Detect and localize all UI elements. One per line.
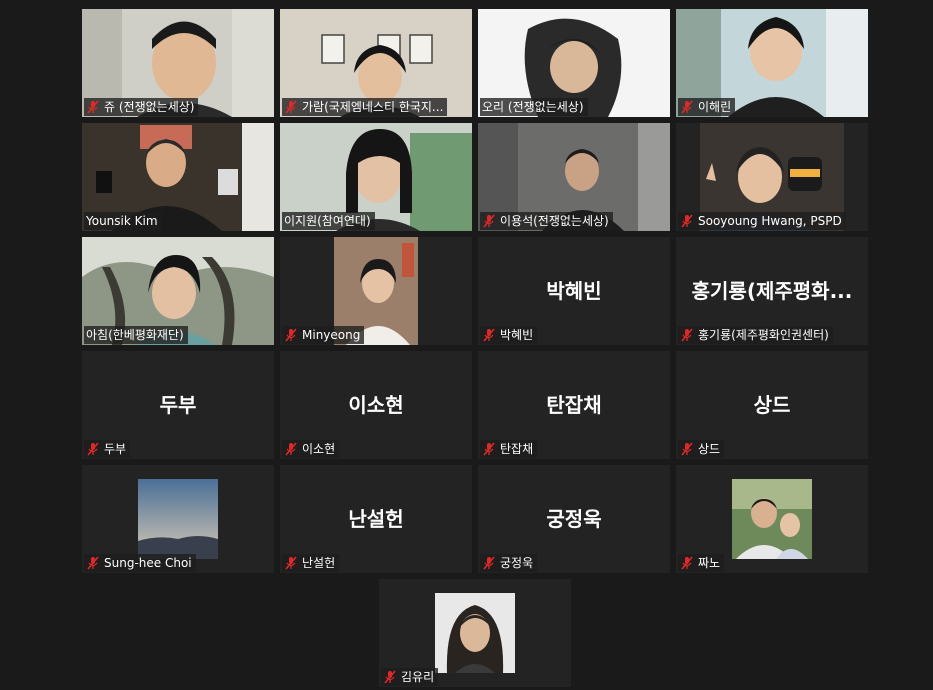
participant-nametag: 이소현 [282,440,340,458]
participant-display-name: 이소현 [348,393,404,417]
participant-display-name: 탄잡채 [546,393,602,417]
participant-tile[interactable]: 쥬 (전쟁없는세상) [82,9,274,117]
participant-tile[interactable]: 이소현 이소현 [280,351,472,459]
participant-nametag: 난설헌 [282,554,340,572]
participant-name: 박혜빈 [500,328,534,342]
participant-display-name: 궁정욱 [546,507,602,531]
participant-tile[interactable]: 오리 (전쟁없는세상) [478,9,670,117]
profile-photo [138,479,218,559]
participant-nametag: 이용석(전쟁없는세상) [480,212,613,230]
participant-nametag: 이지원(참여연대) [282,212,375,230]
participant-nametag: 두부 [84,440,131,458]
participant-name: 이해린 [698,100,732,114]
participant-nametag: Sooyoung Hwang, PSPD [678,212,846,230]
profile-photo [435,593,515,673]
participant-name: 홍기룡(제주평화인권센터) [698,328,829,342]
participant-display-name: 홍기룡(제주평화... [691,279,853,303]
participant-nametag: 쥬 (전쟁없는세상) [84,98,199,116]
participant-name: Younsik Kim [86,214,158,228]
participant-display-name: 박혜빈 [546,279,602,303]
microphone-muted-icon [285,100,297,114]
participant-tile-active-speaker[interactable]: 이지원(참여연대) [280,123,472,231]
microphone-muted-icon [483,214,495,228]
participant-name: 가람(국제엠네스티 한국지... [302,100,444,114]
microphone-muted-icon [681,100,693,114]
participant-name: 이소현 [302,442,336,456]
microphone-muted-icon [483,328,495,342]
microphone-muted-icon [285,556,297,570]
participant-tile[interactable]: 난설헌 난설헌 [280,465,472,573]
microphone-muted-icon [681,442,693,456]
participant-tile[interactable]: 박혜빈 박혜빈 [478,237,670,345]
microphone-muted-icon [681,556,693,570]
participant-name: 이지원(참여연대) [284,214,371,228]
participant-nametag: 오리 (전쟁없는세상) [480,98,588,116]
microphone-muted-icon [87,100,99,114]
participant-name: 쥬 (전쟁없는세상) [104,100,195,114]
participant-name: 두부 [104,442,127,456]
participant-tile[interactable]: Sooyoung Hwang, PSPD [676,123,868,231]
participant-tile[interactable]: 이용석(전쟁없는세상) [478,123,670,231]
microphone-muted-icon [483,556,495,570]
participant-name: 짜노 [698,556,721,570]
participant-tile[interactable]: 짜노 [676,465,868,573]
participant-nametag: 이해린 [678,98,736,116]
participant-nametag: Younsik Kim [84,212,162,230]
participant-nametag: Sung-hee Choi [84,554,196,572]
participant-nametag: 상드 [678,440,725,458]
participant-tile[interactable]: Sung-hee Choi [82,465,274,573]
participant-tile[interactable]: 탄잡채 탄잡채 [478,351,670,459]
participant-tile[interactable]: 홍기룡(제주평화... 홍기룡(제주평화인권센터) [676,237,868,345]
microphone-muted-icon [483,442,495,456]
participant-name: 난설헌 [302,556,336,570]
participant-tile[interactable]: 이해린 [676,9,868,117]
microphone-muted-icon [681,214,693,228]
participant-name: 이용석(전쟁없는세상) [500,214,609,228]
participant-display-name: 난설헌 [348,507,404,531]
participant-nametag: 짜노 [678,554,725,572]
participant-tile[interactable]: 상드 상드 [676,351,868,459]
participant-name: 탄잡채 [500,442,534,456]
participant-tile[interactable]: Minyeong [280,237,472,345]
participant-name: 아침(한베평화재단) [86,328,184,342]
participant-nametag: 탄잡채 [480,440,538,458]
participant-nametag: 홍기룡(제주평화인권센터) [678,326,833,344]
participant-nametag: 박혜빈 [480,326,538,344]
participant-nametag: 궁정욱 [480,554,538,572]
microphone-muted-icon [681,328,693,342]
participant-tile[interactable]: 아침(한베평화재단) [82,237,274,345]
participant-nametag: 아침(한베평화재단) [84,326,188,344]
participant-nametag: Minyeong [282,326,365,344]
participant-name: Sooyoung Hwang, PSPD [698,214,842,228]
microphone-muted-icon [285,328,297,342]
participant-tile[interactable]: Younsik Kim [82,123,274,231]
microphone-muted-icon [384,670,396,684]
participant-name: 오리 (전쟁없는세상) [482,100,584,114]
participant-nametag: 김유리 [381,668,439,686]
microphone-muted-icon [285,442,297,456]
participant-name: Minyeong [302,328,361,342]
microphone-muted-icon [87,556,99,570]
participant-name: 김유리 [401,670,435,684]
gallery-view: 쥬 (전쟁없는세상) 가람(국제엠네스티 한국지... 오리 (전쟁없는세상) [0,0,933,690]
participant-name: 궁정욱 [500,556,534,570]
microphone-muted-icon [87,442,99,456]
participant-name: 상드 [698,442,721,456]
participant-name: Sung-hee Choi [104,556,192,570]
participant-tile[interactable]: 궁정욱 궁정욱 [478,465,670,573]
participant-display-name: 두부 [159,393,197,417]
profile-photo [732,479,812,559]
participant-tile[interactable]: 김유리 [379,579,571,687]
participant-tile[interactable]: 두부 두부 [82,351,274,459]
participant-tile[interactable]: 가람(국제엠네스티 한국지... [280,9,472,117]
participant-nametag: 가람(국제엠네스티 한국지... [282,98,448,116]
participant-display-name: 상드 [753,393,791,417]
